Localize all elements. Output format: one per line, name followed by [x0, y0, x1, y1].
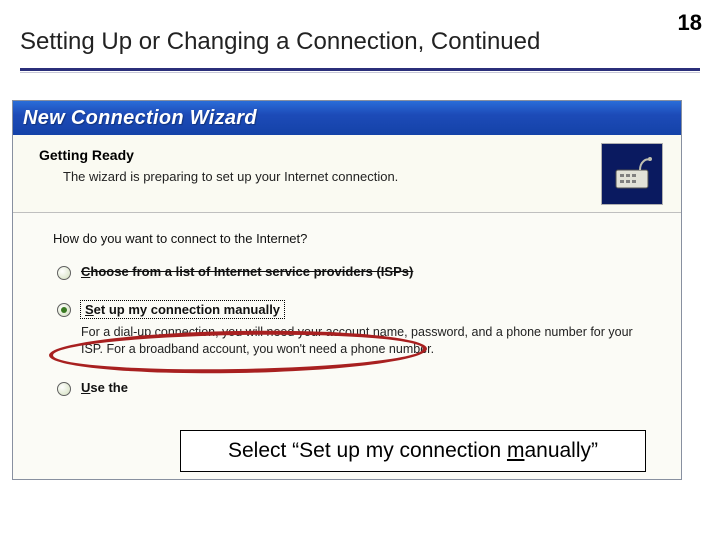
radio-icon[interactable] [57, 382, 71, 396]
instruction-callout: Select “Set up my connection manually” [180, 430, 646, 472]
option-use-the[interactable]: Use the [81, 380, 641, 395]
page-number: 18 [678, 10, 702, 36]
option-choose-isp[interactable]: Choose from a list of Internet service p… [81, 264, 641, 279]
wizard-prompt: How do you want to connect to the Intern… [53, 231, 641, 246]
wizard-titlebar: New Connection Wizard [13, 101, 681, 135]
callout-text: Select “Set up my connection manually” [228, 439, 598, 463]
radio-icon[interactable] [57, 303, 71, 317]
slide-title: Setting Up or Changing a Connection, Con… [20, 28, 700, 56]
banner-subtext: The wizard is preparing to set up your I… [63, 169, 398, 184]
wizard-body: How do you want to connect to the Intern… [13, 213, 681, 395]
option-setup-manually[interactable]: Set up my connection manually For a dial… [81, 301, 641, 358]
wizard-window: New Connection Wizard Getting Ready The … [12, 100, 682, 480]
option-label: Set up my connection manually [81, 302, 284, 317]
banner-heading: Getting Ready [39, 147, 134, 163]
wizard-title: New Connection Wizard [23, 107, 257, 130]
radio-icon[interactable] [57, 266, 71, 280]
wizard-banner: Getting Ready The wizard is preparing to… [13, 135, 681, 213]
option-description: For a dial-up connection, you will need … [81, 324, 641, 358]
divider [20, 72, 700, 73]
slide-header: Setting Up or Changing a Connection, Con… [0, 0, 720, 90]
slide: Setting Up or Changing a Connection, Con… [0, 0, 720, 540]
option-label: Use the [81, 380, 128, 395]
option-label: Choose from a list of Internet service p… [81, 264, 413, 279]
divider [20, 68, 700, 71]
modem-device-icon [601, 143, 663, 205]
